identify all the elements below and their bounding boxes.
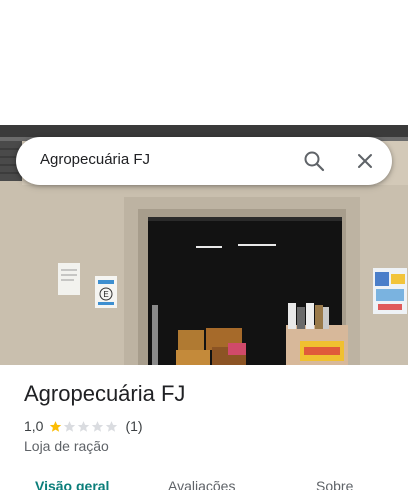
search-icon[interactable] [302, 149, 326, 173]
place-title: Agropecuária FJ [24, 381, 186, 406]
place-tabs: Visão geral Avaliações Sobre [0, 472, 408, 490]
star-empty-icon [78, 420, 90, 432]
tab-about[interactable]: Sobre [316, 478, 353, 490]
review-count[interactable]: (1) [125, 418, 142, 434]
search-bar[interactable]: Agropecuária FJ [16, 137, 392, 185]
place-category[interactable]: Loja de ração [24, 438, 109, 454]
star-empty-icon [64, 420, 76, 432]
tab-overview[interactable]: Visão geral [35, 478, 109, 490]
rating-row[interactable]: 1,0 (1) [24, 417, 143, 435]
search-input[interactable]: Agropecuária FJ [40, 151, 150, 168]
star-filled-icon [50, 420, 62, 432]
sign-letter: E [103, 290, 108, 299]
top-blank-area [0, 0, 408, 125]
tab-reviews[interactable]: Avaliações [168, 478, 235, 490]
star-empty-icon [92, 420, 104, 432]
close-icon[interactable] [353, 149, 377, 173]
star-rating [49, 420, 119, 433]
rating-value: 1,0 [24, 418, 44, 434]
star-empty-icon [106, 420, 118, 432]
